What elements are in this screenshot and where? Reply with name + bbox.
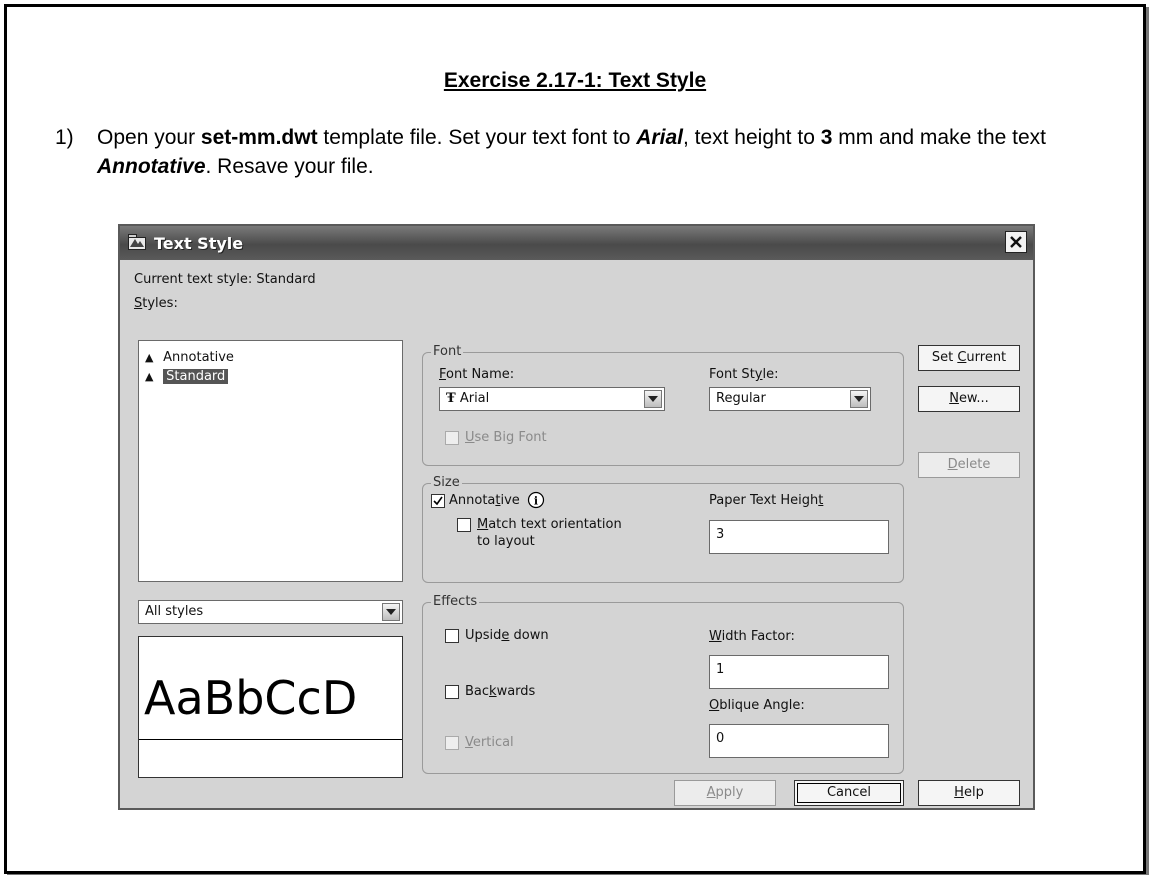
close-button[interactable]: [1005, 231, 1027, 253]
upside-down-checkbox[interactable]: [445, 629, 459, 643]
backwards-label: Backwards: [465, 684, 536, 699]
match-orientation-label-2: to layout: [477, 534, 535, 549]
font-style-dropdown[interactable]: Regular: [709, 387, 871, 411]
font-group-label: Font: [431, 344, 464, 359]
use-big-font-checkbox: [445, 431, 459, 445]
exercise-title: Exercise 2.17-1: Text Style: [443, 69, 707, 92]
vertical-checkbox: [445, 736, 459, 750]
font-group: Font Font Name: Ŧ Arial Font Style: Regu…: [422, 344, 904, 466]
match-orientation-label: Match text orientation: [477, 517, 622, 532]
close-icon: [1010, 236, 1022, 248]
app-icon: [128, 234, 146, 250]
checkmark-icon: [433, 496, 443, 506]
style-preview: AaBbCcD: [138, 636, 403, 778]
oblique-angle-label: Oblique Angle:: [709, 698, 805, 713]
delete-button: Delete: [918, 452, 1020, 478]
current-style-label: Current text style: Standard: [134, 272, 316, 287]
chevron-down-icon[interactable]: [644, 390, 662, 408]
set-current-button[interactable]: Set Current: [918, 345, 1020, 371]
annotative-label: Annotative: [449, 493, 520, 508]
paper-height-label: Paper Text Height: [709, 493, 824, 508]
preview-baseline: [139, 739, 402, 740]
chevron-down-icon[interactable]: [382, 603, 400, 621]
width-factor-input[interactable]: 1: [709, 655, 889, 689]
use-big-font-label: Use Big Font: [465, 430, 547, 445]
oblique-angle-input[interactable]: 0: [709, 724, 889, 758]
annotative-checkbox[interactable]: [431, 494, 445, 508]
new-button[interactable]: New...: [918, 386, 1020, 412]
annotative-icon: ▲: [145, 370, 154, 383]
match-orientation-checkbox[interactable]: [457, 518, 471, 532]
chevron-down-icon[interactable]: [850, 390, 868, 408]
info-icon[interactable]: i: [527, 491, 545, 509]
font-style-label: Font Style:: [709, 367, 779, 382]
list-item[interactable]: ▲ Standard: [145, 368, 229, 386]
instruction-text: Open your set-mm.dwt template file. Set …: [97, 126, 1046, 178]
apply-button: Apply: [674, 780, 776, 806]
dialog-title: Text Style: [154, 234, 244, 253]
effects-group: Effects Upside down Backwards Vertical W…: [422, 594, 904, 774]
styles-label: Styles:: [134, 296, 178, 311]
svg-text:i: i: [534, 495, 538, 508]
dialog-titlebar[interactable]: Text Style: [120, 226, 1033, 260]
vertical-label: Vertical: [465, 735, 514, 750]
styles-filter-dropdown[interactable]: All styles: [138, 600, 403, 624]
styles-list[interactable]: ▲ Annotative ▲ Standard: [138, 340, 403, 582]
size-group-label: Size: [431, 475, 462, 490]
effects-group-label: Effects: [431, 594, 480, 609]
preview-text: AaBbCcD: [144, 671, 358, 725]
step-number: 1): [55, 126, 74, 149]
truetype-icon: Ŧ: [446, 391, 456, 406]
font-name-dropdown[interactable]: Ŧ Arial: [439, 387, 665, 411]
paper-height-input[interactable]: 3: [709, 520, 889, 554]
list-item[interactable]: ▲ Annotative: [145, 349, 234, 367]
backwards-checkbox[interactable]: [445, 685, 459, 699]
upside-down-label: Upside down: [465, 628, 549, 643]
annotative-icon: ▲: [145, 351, 154, 364]
width-factor-label: Width Factor:: [709, 629, 795, 644]
cancel-button[interactable]: Cancel: [794, 780, 904, 806]
font-name-label: Font Name:: [439, 367, 515, 382]
text-style-dialog: Text Style Current text style: Standard …: [118, 224, 1035, 810]
size-group: Size Annotative i Match text orientation…: [422, 475, 904, 583]
help-button[interactable]: Help: [918, 780, 1020, 806]
